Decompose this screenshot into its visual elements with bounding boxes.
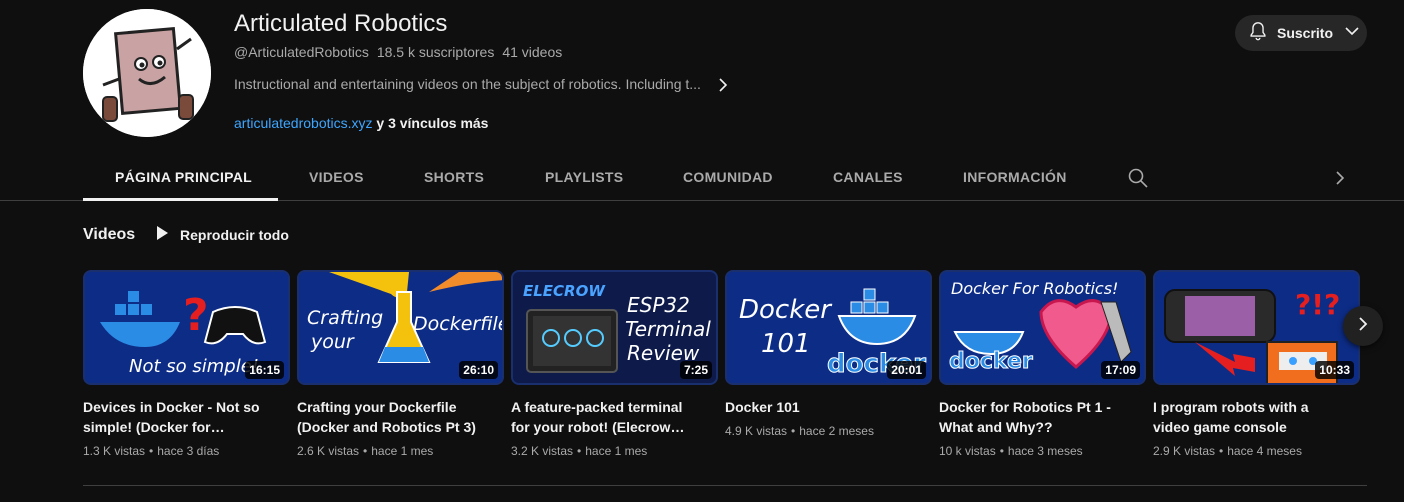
thumbnail-text: ELECROW [523, 282, 606, 300]
view-count: 4.9 K vistas [725, 424, 788, 438]
thumbnail-text: Dockerfile [413, 313, 504, 335]
video-duration: 7:25 [679, 361, 712, 379]
subscribe-button[interactable]: Suscrito [1235, 15, 1367, 51]
video-thumbnail[interactable]: Docker For Robotics! docker 17:09 [939, 270, 1146, 385]
video-card[interactable]: Docker 101 docker 20:01 Docker 101 4.9 K… [725, 270, 932, 438]
thumbnail-text: docker [949, 349, 1033, 374]
thumbnail-text: Not so simple! [129, 356, 259, 377]
video-title[interactable]: A feature-packed terminal for your robot… [511, 397, 701, 437]
tab-channels[interactable]: CANALES [833, 154, 903, 201]
thumbnail-text: Docker For Robotics! [951, 279, 1118, 298]
tab-community[interactable]: COMUNIDAD [683, 154, 773, 201]
channel-handle: @ArticulatedRobotics [234, 44, 369, 60]
view-count: 10 k vistas [939, 444, 996, 458]
video-meta: 10 k vistas • hace 3 meses [939, 444, 1083, 458]
channel-website-link[interactable]: articulatedrobotics.xyz [234, 115, 373, 131]
video-card[interactable]: ELECROW ESP32 Terminal Review 7:25 A fea… [511, 270, 718, 458]
video-card[interactable]: ?!? 10:33 I program robots with a video … [1153, 270, 1360, 458]
chevron-right-icon [1355, 316, 1371, 337]
video-duration: 10:33 [1315, 361, 1354, 379]
subscribe-label: Suscrito [1277, 25, 1334, 41]
thumbnail-text: Crafting [307, 307, 383, 329]
thumbnail-text: ?!? [1295, 288, 1340, 321]
video-card[interactable]: Docker For Robotics! docker 17:09 Docker… [939, 270, 1146, 458]
thumbnail-text: Docker [739, 295, 833, 325]
video-title[interactable]: Devices in Docker - Not so simple! (Dock… [83, 397, 273, 437]
video-thumbnail[interactable]: Crafting your Dockerfile 26:10 [297, 270, 504, 385]
video-meta: 2.6 K vistas • hace 1 mes [297, 444, 434, 458]
upload-age: hace 3 meses [1007, 444, 1083, 458]
channel-tabs: PÁGINA PRINCIPAL VIDEOS SHORTS PLAYLISTS… [0, 154, 1404, 201]
thumbnail-text: Terminal [625, 317, 711, 341]
video-title[interactable]: I program robots with a video game conso… [1153, 397, 1343, 437]
view-count: 1.3 K vistas [83, 444, 146, 458]
video-card[interactable]: Crafting your Dockerfile 26:10 Crafting … [297, 270, 504, 458]
video-thumbnail[interactable]: ELECROW ESP32 Terminal Review 7:25 [511, 270, 718, 385]
channel-description[interactable]: Instructional and entertaining videos on… [234, 76, 714, 92]
video-thumbnail[interactable]: ? Not so simple! 16:15 [83, 270, 290, 385]
video-thumbnail[interactable]: Docker 101 docker 20:01 [725, 270, 932, 385]
channel-avatar[interactable] [83, 9, 211, 137]
video-card[interactable]: ? Not so simple! 16:15 Devices in Docker… [83, 270, 290, 458]
video-meta: 2.9 K vistas • hace 4 meses [1153, 444, 1302, 458]
chevron-right-icon[interactable] [714, 76, 732, 94]
tab-home[interactable]: PÁGINA PRINCIPAL [115, 154, 252, 201]
view-count: 2.6 K vistas [297, 444, 360, 458]
play-all-button[interactable]: Reproducir todo [154, 225, 289, 245]
play-icon [154, 224, 170, 247]
upload-age: hace 3 días [157, 444, 220, 458]
tab-about[interactable]: INFORMACIÓN [963, 154, 1067, 201]
video-meta: 3.2 K vistas • hace 1 mes [511, 444, 648, 458]
video-thumbnail[interactable]: ?!? 10:33 [1153, 270, 1360, 385]
active-tab-indicator [83, 198, 278, 201]
video-duration: 17:09 [1101, 361, 1140, 379]
video-title[interactable]: Crafting your Dockerfile (Docker and Rob… [297, 397, 487, 437]
channel-links: articulatedrobotics.xyz y 3 vínculos más [234, 115, 488, 131]
video-duration: 20:01 [887, 361, 926, 379]
search-icon[interactable] [1127, 167, 1149, 189]
view-count: 2.9 K vistas [1153, 444, 1216, 458]
tab-shorts[interactable]: SHORTS [424, 154, 484, 201]
video-meta: 4.9 K vistas • hace 2 meses [725, 424, 874, 438]
video-title[interactable]: Docker for Robotics Pt 1 - What and Why?… [939, 397, 1129, 437]
carousel-next-button[interactable] [1343, 306, 1383, 346]
channel-name: Articulated Robotics [234, 10, 448, 37]
thumbnail-text: 101 [761, 329, 811, 359]
tabs-scroll-right-icon[interactable] [1331, 168, 1349, 188]
view-count: 3.2 K vistas [511, 444, 574, 458]
play-all-label: Reproducir todo [180, 227, 289, 243]
upload-age: hace 4 meses [1227, 444, 1302, 458]
upload-age: hace 1 mes [585, 444, 648, 458]
more-links-button[interactable]: y 3 vínculos más [376, 115, 488, 131]
thumbnail-text: your [310, 331, 355, 353]
section-title: Videos [83, 226, 136, 243]
tab-videos[interactable]: VIDEOS [309, 154, 364, 201]
subscriber-count: 18.5 k suscriptores [376, 44, 495, 60]
bell-icon [1247, 20, 1269, 47]
thumbnail-text: ESP32 [627, 293, 690, 317]
upload-age: hace 1 mes [371, 444, 434, 458]
section-divider [83, 485, 1367, 486]
channel-meta: @ArticulatedRobotics 18.5 k suscriptores 4… [234, 44, 562, 60]
video-title[interactable]: Docker 101 [725, 397, 915, 417]
video-count: 41 videos [502, 44, 563, 60]
video-duration: 16:15 [245, 361, 284, 379]
video-meta: 1.3 K vistas • hace 3 días [83, 444, 220, 458]
video-duration: 26:10 [459, 361, 498, 379]
upload-age: hace 2 meses [799, 424, 874, 438]
svg-text:?: ? [183, 290, 209, 341]
chevron-down-icon [1343, 22, 1361, 45]
tab-playlists[interactable]: PLAYLISTS [545, 154, 623, 201]
